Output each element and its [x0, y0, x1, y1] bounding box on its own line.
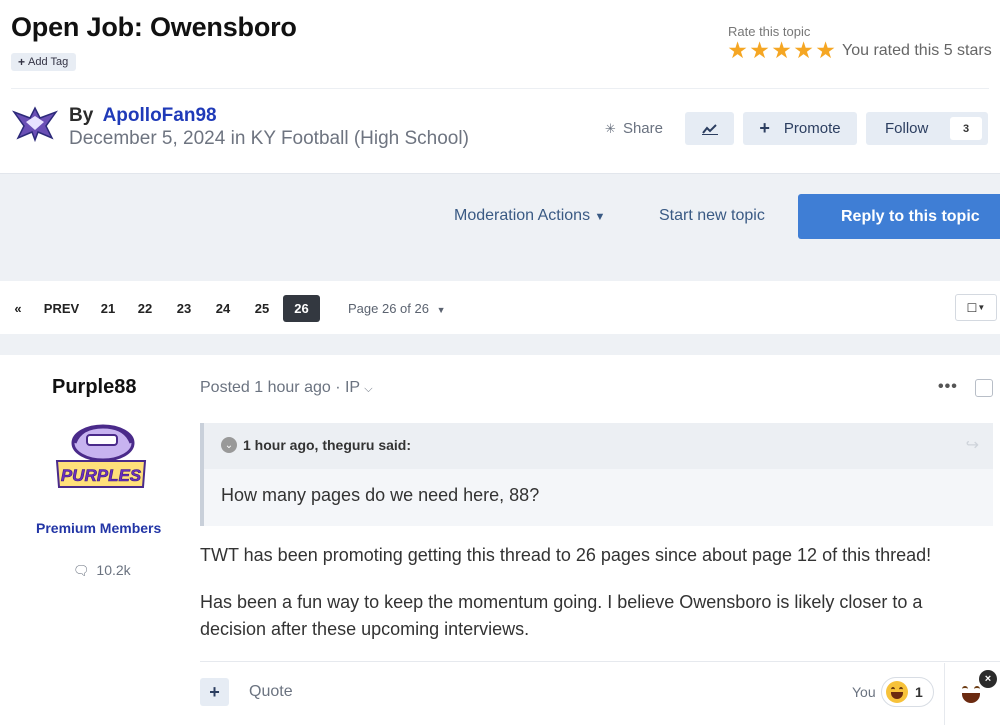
page-link[interactable]: 23	[170, 295, 198, 322]
quote-block: ⌄ 1 hour ago, theguru said: ↪ How many p…	[200, 423, 993, 526]
star-icon[interactable]: ★	[793, 39, 814, 62]
post-options-icon[interactable]: •••	[938, 378, 958, 396]
star-icon[interactable]: ★	[771, 39, 792, 62]
remove-reaction-icon[interactable]: ×	[979, 670, 997, 688]
avatar-logo-text: PURPLES	[61, 466, 142, 485]
star-icon[interactable]: ★	[815, 39, 836, 62]
moderation-actions-menu[interactable]: Moderation Actions ▼	[454, 207, 605, 225]
quote-share-icon[interactable]: ↪	[966, 435, 979, 455]
chevron-down-icon[interactable]: ⌵	[364, 383, 372, 395]
laughing-emoji-icon	[886, 681, 908, 703]
add-tag-label: Add Tag	[28, 56, 69, 68]
post-paragraph: Has been a fun way to keep the momentum …	[200, 592, 923, 639]
post-author-avatar[interactable]: PURPLES	[51, 421, 151, 491]
page-title: Open Job: Owensboro	[11, 12, 297, 42]
posted-in: December 5, 2024 in KY Football (High Sc…	[69, 128, 469, 149]
reaction-count: 1	[915, 684, 923, 700]
follow-label: Follow	[885, 120, 929, 137]
promote-button[interactable]: + Promote	[743, 112, 857, 145]
page-link[interactable]: 24	[209, 295, 237, 322]
share-label: Share	[622, 120, 663, 137]
moderation-label: Moderation Actions	[454, 207, 591, 224]
page-jump-menu[interactable]: Page 26 of 26 ▼	[348, 301, 446, 316]
reply-to-topic-button[interactable]: Reply to this topic	[798, 194, 1000, 239]
comment-icon: 🗨	[73, 563, 90, 578]
author-avatar[interactable]	[12, 104, 58, 142]
page-link[interactable]: 25	[248, 295, 276, 322]
collapse-quote-icon[interactable]: ⌄	[221, 437, 237, 453]
reaction-summary[interactable]: 1	[881, 677, 934, 707]
plus-icon: +	[209, 681, 220, 702]
page-link[interactable]: 22	[131, 295, 159, 322]
share-button[interactable]: ✳ Share	[597, 112, 671, 145]
follow-count-badge: 3	[950, 117, 982, 140]
author-link[interactable]: ApolloFan98	[103, 105, 217, 126]
divider	[200, 661, 1000, 662]
checkbox-icon: ☐	[966, 300, 978, 315]
page-link[interactable]: 21	[94, 295, 122, 322]
current-page[interactable]: 26	[283, 295, 320, 322]
page-of-label: Page 26 of 26	[348, 301, 429, 316]
prev-page-button[interactable]: PREV	[41, 295, 82, 322]
share-icon: ✳	[605, 120, 616, 136]
post-author-name[interactable]: Purple88	[52, 376, 136, 399]
star-icon[interactable]: ★	[727, 39, 748, 62]
quote-button[interactable]: Quote	[249, 683, 293, 701]
caret-down-icon: ▼	[436, 305, 446, 315]
member-group: Premium Members	[36, 520, 162, 536]
activity-chart-button[interactable]	[685, 112, 734, 145]
caret-down-icon: ▼	[594, 211, 606, 223]
divider	[944, 663, 945, 725]
post-select-checkbox[interactable]	[975, 379, 993, 397]
rated-text: You rated this 5 stars	[842, 42, 992, 59]
by-label: By	[69, 105, 94, 126]
multiquote-button[interactable]: +	[200, 678, 229, 706]
post-meta: Posted 1 hour ago · IP ⌵	[200, 379, 373, 397]
plus-icon: +	[18, 55, 26, 69]
posted-time[interactable]: Posted 1 hour ago · IP	[200, 379, 360, 396]
quote-text: How many pages do we need here, 88?	[221, 485, 540, 505]
caret-down-icon: ▼	[977, 303, 986, 312]
quote-citation[interactable]: 1 hour ago, theguru said:	[243, 437, 411, 453]
byline: By ApolloFan98	[69, 105, 217, 127]
promote-label: Promote	[783, 120, 841, 137]
reacted-by-label[interactable]: You	[852, 684, 876, 700]
add-tag-button[interactable]: + Add Tag	[11, 53, 77, 71]
rating-stars[interactable]: ★ ★ ★ ★ ★	[727, 39, 836, 62]
plus-icon: +	[759, 118, 770, 138]
post-paragraph: TWT has been promoting getting this thre…	[200, 545, 932, 565]
first-page-icon[interactable]: «	[10, 295, 26, 322]
post-count: 🗨 10.2k	[73, 562, 131, 579]
post-count-value: 10.2k	[96, 562, 131, 578]
follow-button[interactable]: Follow 3	[866, 112, 988, 145]
star-icon[interactable]: ★	[749, 39, 770, 62]
section-separator	[0, 334, 1000, 355]
chart-icon	[701, 123, 718, 135]
view-mode-button[interactable]: ☐ ▼	[955, 294, 997, 321]
divider	[11, 88, 989, 89]
start-new-topic-link[interactable]: Start new topic	[659, 207, 765, 225]
